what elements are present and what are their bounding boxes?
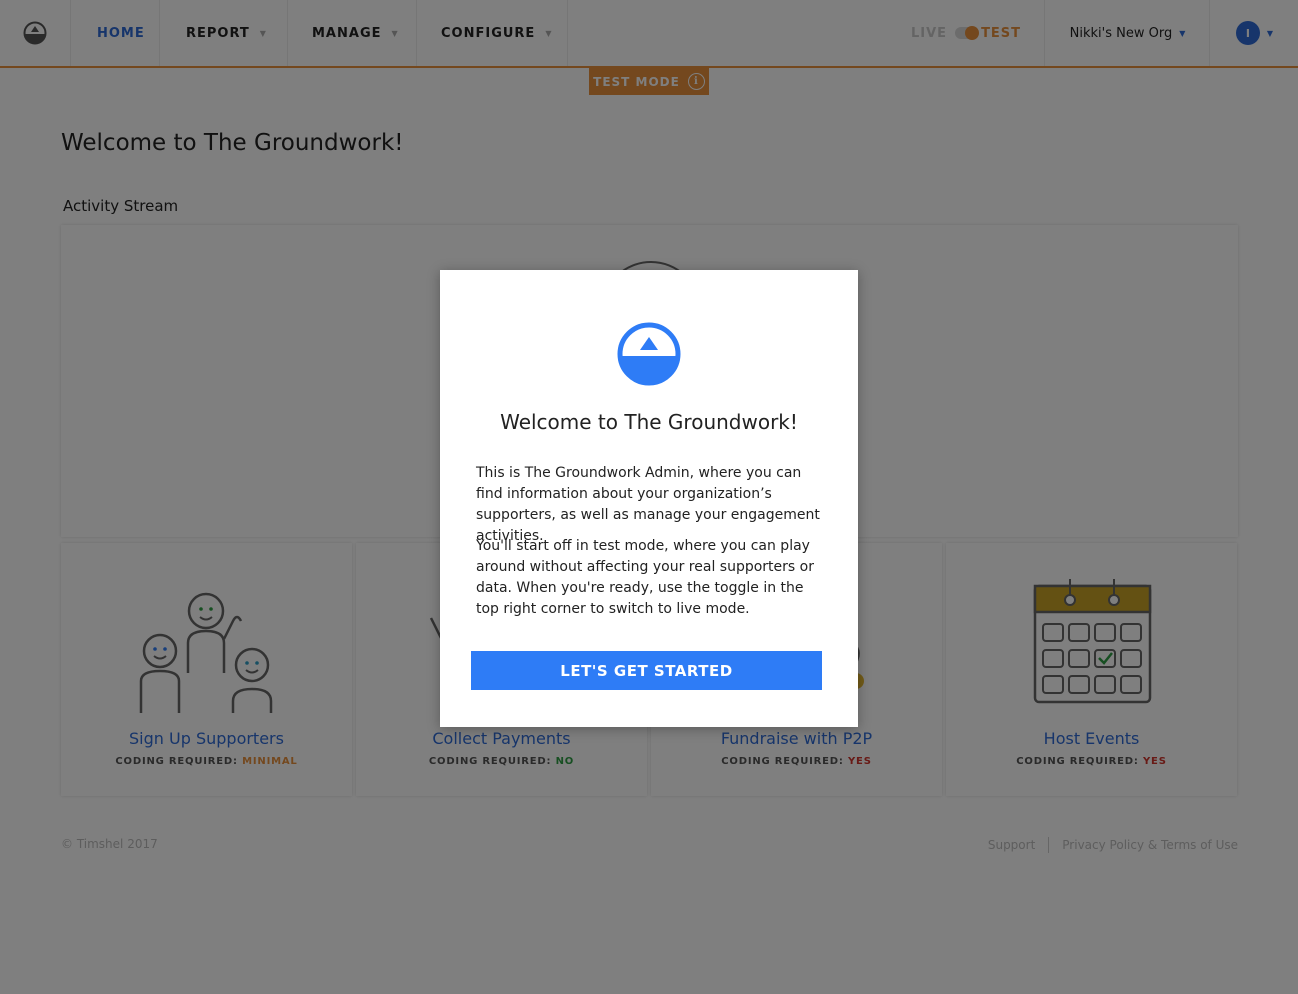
- modal-title: Welcome to The Groundwork!: [500, 410, 798, 434]
- groundwork-logo-icon: [617, 322, 681, 386]
- modal-test-mode-text: You'll start off in test mode, where you…: [476, 538, 814, 617]
- modal-intro-text: This is The Groundwork Admin, where you …: [476, 465, 820, 544]
- welcome-modal: Welcome to The Groundwork! This is The G…: [440, 270, 858, 727]
- get-started-button[interactable]: LET'S GET STARTED: [471, 651, 822, 690]
